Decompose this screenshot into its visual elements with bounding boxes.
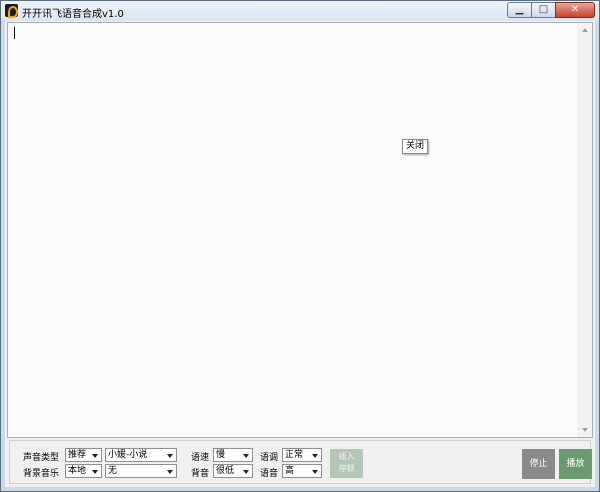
pitch-select[interactable]: 正常	[282, 448, 322, 462]
scroll-down-icon[interactable]	[582, 428, 588, 432]
client-area: 关闭 声音类型 推荐 小媛-小说 语速 慢 语调 正常 背景音乐 本地 无 背音…	[5, 21, 595, 487]
minimize-icon: ▁	[515, 4, 524, 15]
voice-type-value: 推荐	[68, 450, 87, 460]
close-icon: ✕	[570, 4, 580, 15]
chevron-down-icon	[167, 470, 173, 474]
chevron-down-icon	[92, 470, 98, 474]
voice-type-label: 声音类型	[23, 453, 60, 463]
chevron-down-icon	[312, 454, 318, 458]
close-window-button[interactable]: ✕	[555, 2, 595, 18]
speed-select[interactable]: 慢	[213, 448, 253, 462]
bgm-volume-value: 很低	[216, 466, 235, 476]
pitch-value: 正常	[285, 450, 304, 460]
app-logo-icon	[5, 4, 18, 18]
text-caret	[14, 27, 15, 39]
pitch-label: 语调	[260, 453, 279, 463]
insert-pause-button[interactable]: 插入 停顿	[330, 449, 363, 478]
bgm-file-select[interactable]: 无	[105, 464, 177, 478]
minimize-button[interactable]: ▁	[507, 2, 531, 18]
bgm-volume-select[interactable]: 很低	[213, 464, 253, 478]
control-panel: 声音类型 推荐 小媛-小说 语速 慢 语调 正常 背景音乐 本地 无 背音 很低…	[9, 440, 592, 484]
bgm-label: 背景音乐	[23, 469, 60, 479]
vertical-scrollbar[interactable]	[578, 23, 592, 437]
speed-label: 语速	[191, 453, 210, 463]
bgm-source-select[interactable]: 本地	[65, 464, 102, 478]
bgm-source-value: 本地	[68, 466, 87, 476]
voice-name-select[interactable]: 小媛-小说	[105, 448, 177, 462]
caption-buttons: ▁ □ ✕	[507, 2, 595, 18]
voice-name-value: 小媛-小说	[108, 450, 148, 460]
maximize-button[interactable]: □	[531, 2, 555, 18]
play-button[interactable]: 播放	[559, 449, 592, 479]
insert-pause-label-line2: 停顿	[338, 464, 355, 473]
maximize-icon: □	[538, 4, 549, 15]
bgm-file-value: 无	[108, 466, 118, 476]
chevron-down-icon	[243, 454, 249, 458]
text-editor[interactable]: 关闭	[7, 22, 593, 438]
bgm-volume-label: 背音	[191, 469, 210, 479]
app-window: 开开讯飞语音合成v1.0 ▁ □ ✕ 关闭 声音类型 推荐 小媛-小说 语速 慢…	[0, 0, 600, 492]
chevron-down-icon	[167, 454, 173, 458]
title-bar[interactable]: 开开讯飞语音合成v1.0 ▁ □ ✕	[1, 1, 599, 21]
voice-volume-label: 语音	[260, 469, 279, 479]
chevron-down-icon	[92, 454, 98, 458]
speed-value: 慢	[216, 450, 226, 460]
chevron-down-icon	[312, 470, 318, 474]
window-title: 开开讯飞语音合成v1.0	[22, 9, 124, 20]
insert-pause-label-line1: 插入	[338, 452, 355, 461]
stop-button[interactable]: 停止	[522, 449, 555, 479]
voice-volume-select[interactable]: 高	[282, 464, 322, 478]
chevron-down-icon	[243, 470, 249, 474]
scroll-up-icon[interactable]	[582, 28, 588, 32]
voice-volume-value: 高	[285, 466, 295, 476]
voice-type-select[interactable]: 推荐	[65, 448, 102, 462]
popup-close-button[interactable]: 关闭	[402, 139, 428, 154]
